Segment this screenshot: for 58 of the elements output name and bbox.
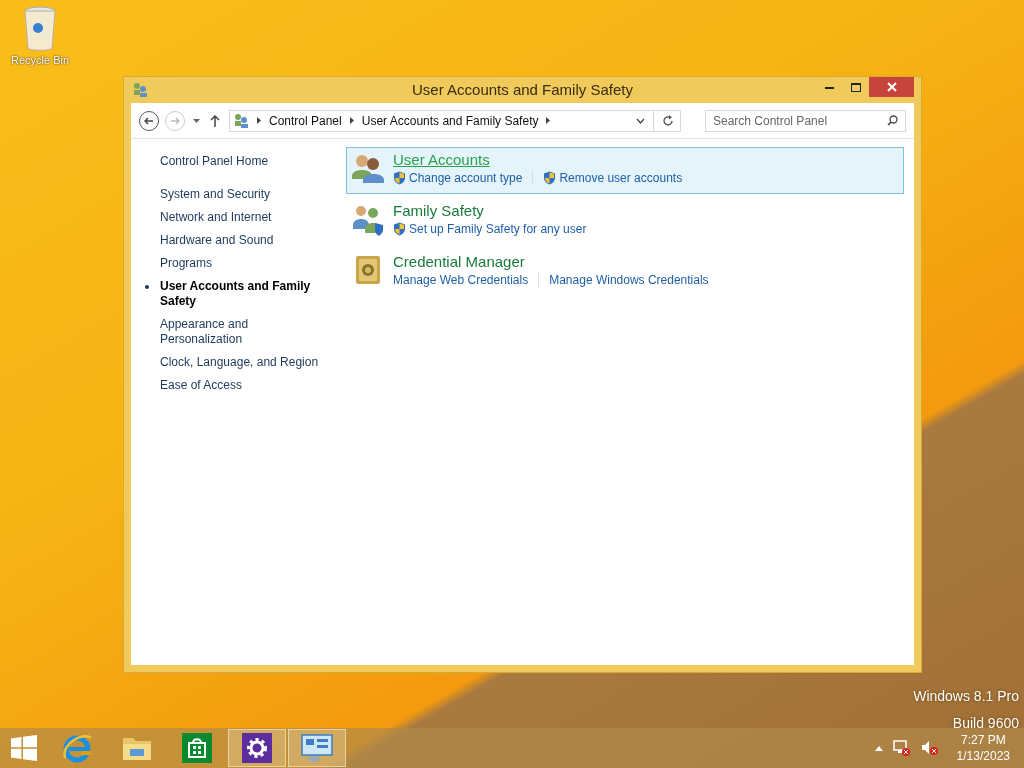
icon-label: Recycle Bin <box>10 53 70 68</box>
chevron-down-icon <box>636 117 645 124</box>
users-icon <box>351 152 385 184</box>
users-icon <box>233 112 249 129</box>
chevron-right-icon <box>257 117 261 124</box>
task-link[interactable]: Manage Windows Credentials <box>549 271 709 289</box>
users-icon <box>132 82 148 98</box>
caret-up-icon <box>874 745 883 751</box>
watermark-text: Build 9600 <box>952 714 1019 733</box>
caret-icon <box>192 118 200 123</box>
sidebar-item[interactable]: Appearance and Personalization <box>160 317 325 347</box>
clock[interactable]: 7:27 PM 1/13/2023 <box>956 732 1010 764</box>
watermark-text: Windows 8.1 Pro <box>913 687 1019 706</box>
sidebar-item[interactable]: User Accounts and Family Safety <box>160 279 325 309</box>
search-field[interactable]: Search Control Panel <box>705 109 906 132</box>
task-link[interactable]: Manage Web Credentials <box>393 271 529 289</box>
browser-e-icon <box>61 732 93 764</box>
window-title: User Accounts and Family Safety <box>412 79 633 100</box>
sidebar-item[interactable]: Programs <box>160 256 325 271</box>
close-button[interactable] <box>869 77 914 97</box>
monitor-icon <box>301 733 333 763</box>
clock-time: 7:27 PM <box>960 732 1006 748</box>
taskbar-button[interactable] <box>228 729 286 767</box>
up-arrow-icon <box>210 114 220 127</box>
close-icon <box>886 82 897 92</box>
settings-icon <box>242 733 272 763</box>
family-icon <box>351 203 385 237</box>
right-arrow-icon <box>170 116 180 125</box>
sidebar-item[interactable]: Ease of Access <box>160 378 325 393</box>
task-link[interactable]: Change account type <box>409 169 523 187</box>
category-panel[interactable]: User Accounts Change account type Remove user accounts <box>346 147 904 194</box>
search-icon <box>887 114 898 126</box>
category-title[interactable]: Family Safety <box>393 201 587 220</box>
shopping-bag-icon <box>182 733 212 763</box>
sidebar-item[interactable]: Clock, Language, and Region <box>160 355 325 370</box>
sidebar-item[interactable]: System and Security <box>160 187 325 202</box>
task-link[interactable]: Remove user accounts <box>559 169 683 187</box>
windows-logo-icon <box>11 735 37 761</box>
trash-bin-icon <box>23 6 57 52</box>
maximize-icon <box>850 82 861 92</box>
clock-date: 1/13/2023 <box>956 748 1010 764</box>
sidebar-link[interactable]: Control Panel Home <box>160 152 346 170</box>
muted-speaker-icon <box>920 740 939 756</box>
left-arrow-icon <box>144 116 154 125</box>
task-link[interactable]: Set up Family Safety for any user <box>409 220 587 238</box>
minimize-icon <box>824 85 834 89</box>
network-error-icon <box>892 740 911 756</box>
address-bar[interactable]: Control Panel User Accounts and Family Safety <box>229 109 681 132</box>
safe-icon <box>353 254 383 286</box>
category-title[interactable]: Credential Manager <box>393 252 709 271</box>
bullet-icon <box>145 285 149 289</box>
refresh-icon <box>662 114 674 127</box>
sidebar-item[interactable]: Hardware and Sound <box>160 233 325 248</box>
sidebar-item[interactable]: Network and Internet <box>160 210 325 225</box>
chevron-right-icon <box>349 117 354 124</box>
chevron-right-icon <box>546 117 551 124</box>
breadcrumb-item[interactable]: Control Panel <box>269 111 342 130</box>
breadcrumb-item[interactable]: User Accounts and Family Safety <box>361 111 539 130</box>
